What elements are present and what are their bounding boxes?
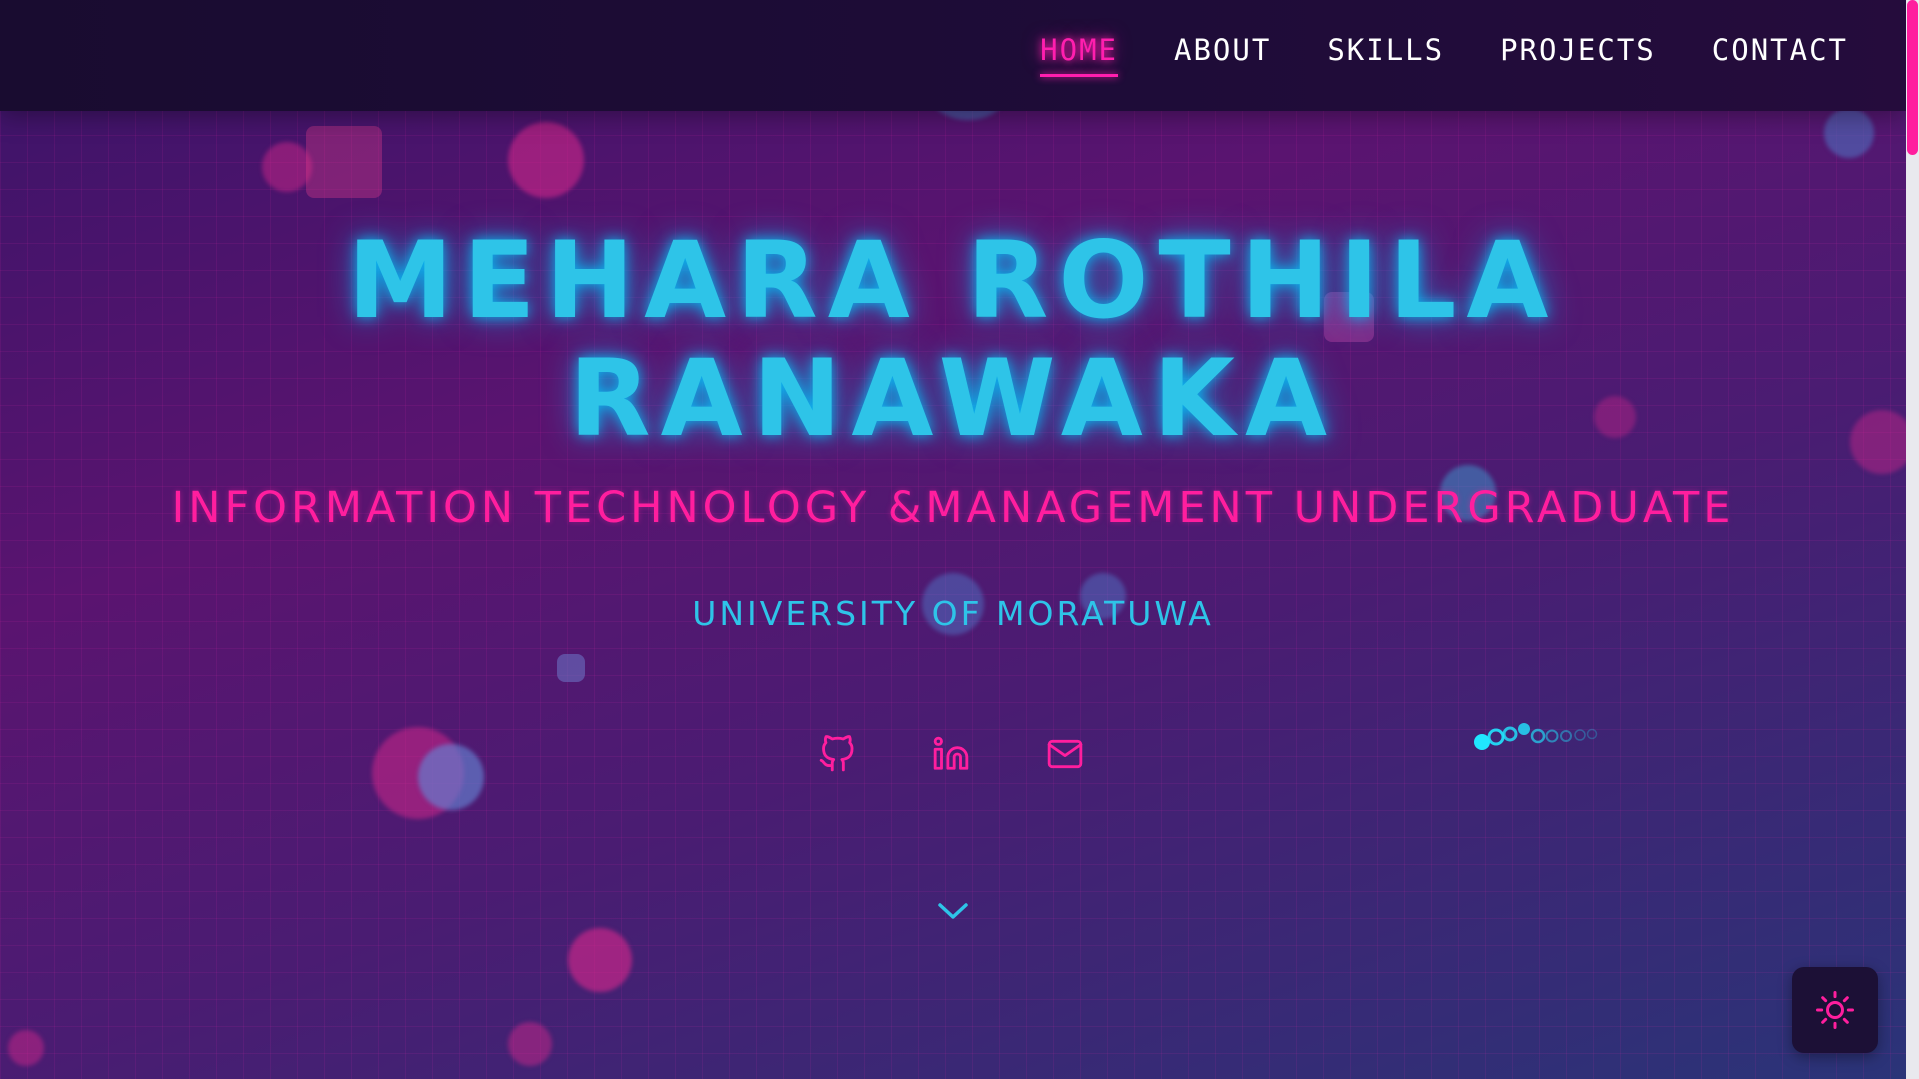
hero-subtitle: INFORMATION TECHNOLOGY &MANAGEMENT UNDER… bbox=[171, 483, 1735, 533]
hero-name-line1: MEHARA ROTHILA bbox=[347, 219, 1559, 342]
hero-name: MEHARA ROTHILA RANAWAKA bbox=[0, 222, 1906, 458]
decor-square bbox=[306, 126, 382, 198]
hero-university: UNIVERSITY OF MORATUWA bbox=[692, 594, 1214, 633]
social-links bbox=[818, 735, 1084, 773]
nav-home[interactable]: HOME bbox=[1040, 33, 1118, 77]
decor-bubble bbox=[1824, 108, 1874, 158]
hero-name-line2: RANAWAKA bbox=[568, 337, 1338, 460]
linkedin-link[interactable] bbox=[932, 735, 970, 773]
mail-icon bbox=[1047, 739, 1083, 769]
decor-bubble bbox=[8, 1030, 44, 1066]
decor-bubble bbox=[418, 744, 484, 810]
linkedin-icon bbox=[933, 736, 969, 770]
decor-bubble bbox=[568, 928, 632, 992]
chevron-down-icon[interactable] bbox=[936, 900, 970, 922]
sun-icon bbox=[1816, 991, 1854, 1029]
theme-toggle-button[interactable] bbox=[1792, 967, 1878, 1053]
scrollbar-thumb[interactable] bbox=[1907, 0, 1918, 155]
top-navbar: HOME ABOUT SKILLS PROJECTS CONTACT bbox=[0, 0, 1906, 111]
nav-about[interactable]: ABOUT bbox=[1174, 33, 1271, 77]
github-link[interactable] bbox=[818, 735, 856, 773]
scrollbar-track[interactable] bbox=[1906, 0, 1919, 1079]
nav-projects[interactable]: PROJECTS bbox=[1500, 33, 1656, 77]
decor-bubble bbox=[508, 1022, 552, 1066]
decor-bubble bbox=[508, 122, 584, 198]
nav-skills[interactable]: SKILLS bbox=[1327, 33, 1444, 77]
decor-square bbox=[557, 654, 585, 682]
github-icon bbox=[819, 735, 854, 772]
nav-contact[interactable]: CONTACT bbox=[1712, 33, 1848, 77]
main-nav: HOME ABOUT SKILLS PROJECTS CONTACT bbox=[1040, 33, 1848, 77]
cursor-trail bbox=[1474, 723, 1598, 750]
email-link[interactable] bbox=[1046, 735, 1084, 773]
decor-bubble bbox=[262, 142, 312, 192]
